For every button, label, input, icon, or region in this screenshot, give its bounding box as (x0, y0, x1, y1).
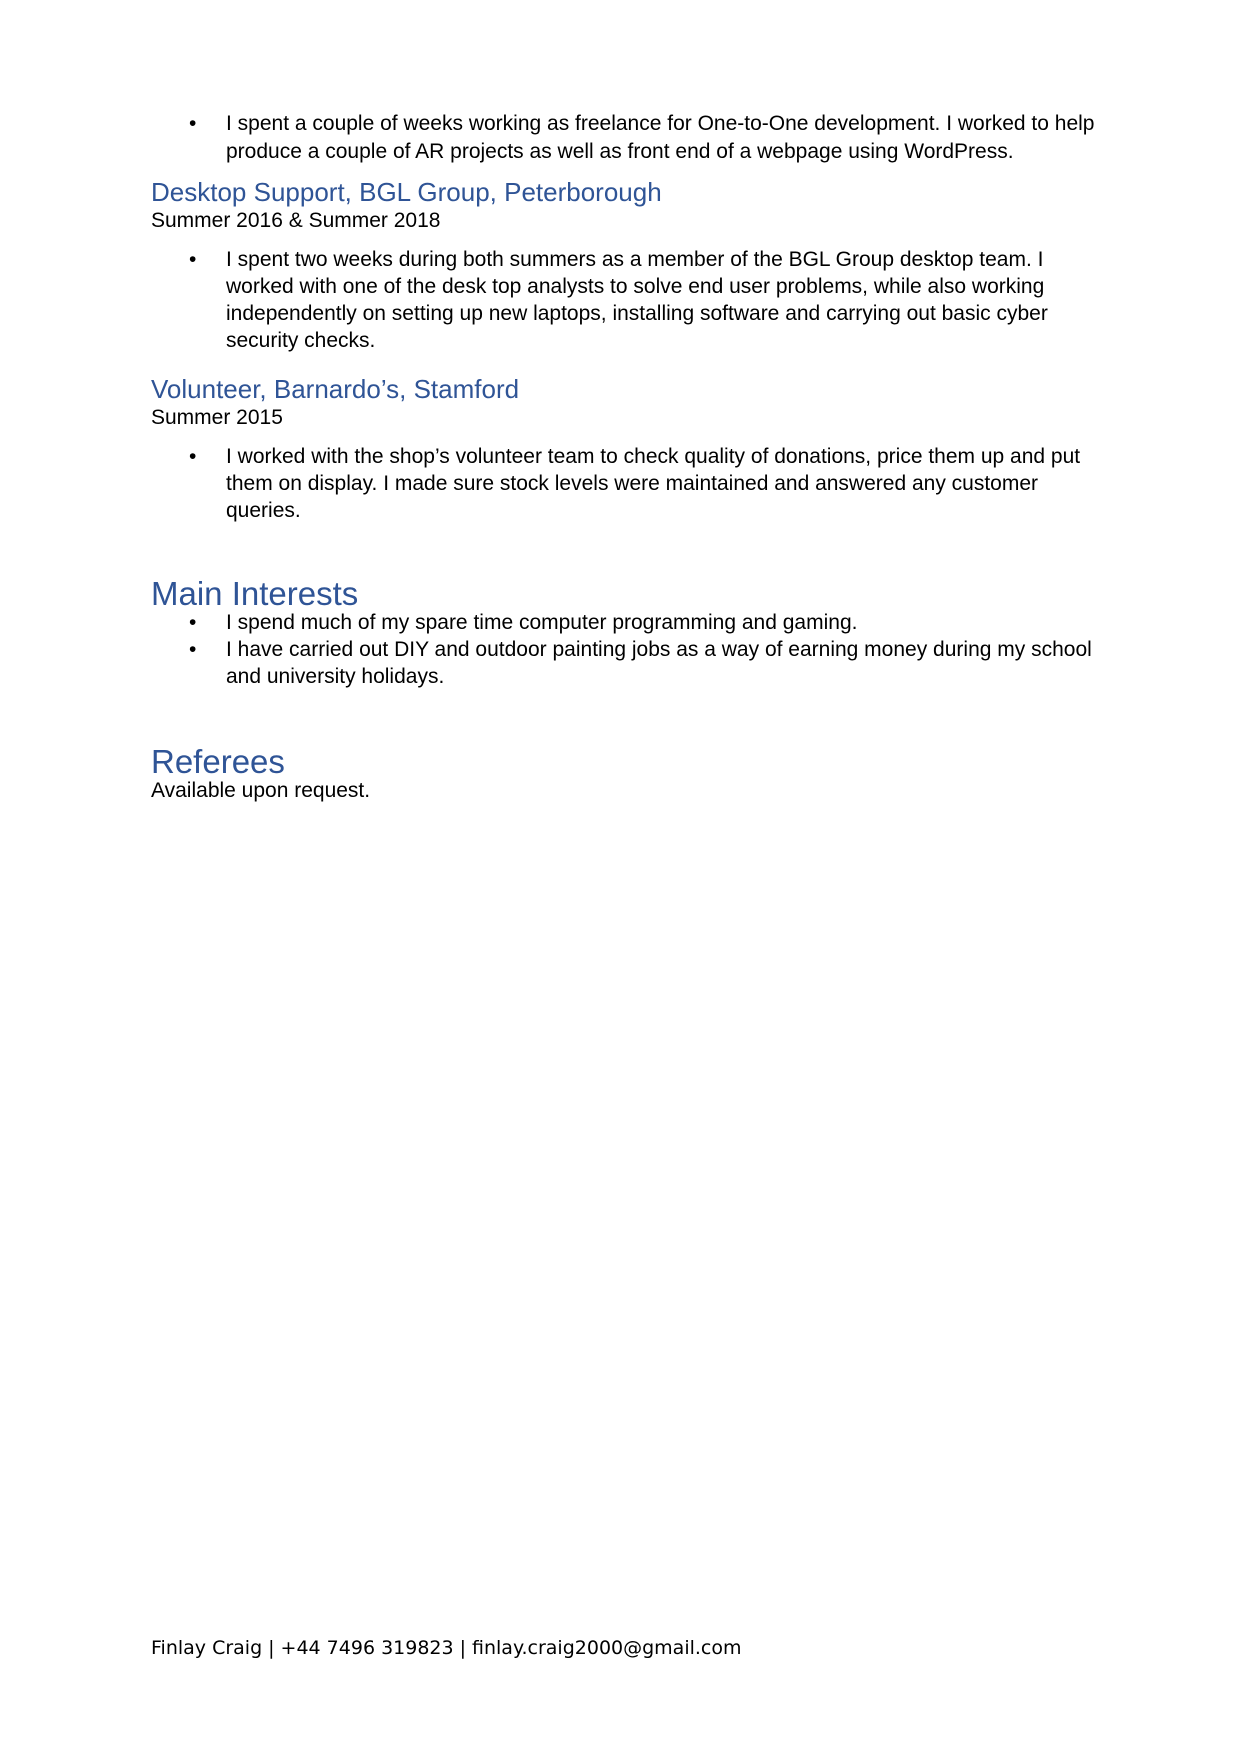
list-item: • I worked with the shop’s volunteer tea… (151, 443, 1101, 524)
list-item: • I have carried out DIY and outdoor pai… (151, 636, 1101, 690)
job-dates: Summer 2015 (151, 406, 283, 429)
list-item: • I spent two weeks during both summers … (151, 246, 1101, 354)
job-dates: Summer 2016 & Summer 2018 (151, 209, 441, 232)
bullet-text: I spent a couple of weeks working as fre… (226, 112, 1095, 163)
bullet-text: I have carried out DIY and outdoor paint… (226, 638, 1092, 688)
job-bullet-list: • I spent two weeks during both summers … (151, 246, 1101, 354)
bullet-icon: • (189, 445, 197, 468)
bullet-icon: • (189, 112, 197, 135)
job-entry-volunteer: Volunteer, Barnardo’s, Stamford Summer 2… (151, 374, 1101, 524)
footer-phone: +44 7496 319823 (280, 1637, 454, 1659)
document-content: • I spent a couple of weeks working as f… (151, 112, 1101, 804)
page-footer: Finlay Craig | +44 7496 319823 | finlay.crai… (151, 1636, 742, 1660)
footer-name: Finlay Craig (151, 1637, 263, 1659)
job-bullet-list: • I worked with the shop’s volunteer tea… (151, 443, 1101, 524)
section-heading: Main Interests (151, 575, 359, 612)
document-page: • I spent a couple of weeks working as f… (0, 0, 1241, 1755)
section-referees: Referees Available upon request. (151, 744, 1101, 804)
job-title: Desktop Support, BGL Group, Peterborough (151, 177, 662, 207)
footer-email: finlay.craig2000@gmail.com (472, 1637, 742, 1659)
job-entry-desktop-support: Desktop Support, BGL Group, Peterborough… (151, 177, 1101, 354)
intro-bullet-list: • I spent a couple of weeks working as f… (151, 110, 1101, 166)
bullet-text: I worked with the shop’s volunteer team … (226, 445, 1081, 522)
footer-separator: | (268, 1637, 275, 1659)
footer-separator: | (459, 1637, 467, 1659)
bullet-text: I spent two weeks during both summers as… (226, 248, 1048, 352)
interests-bullet-list: • I spend much of my spare time computer… (151, 609, 1101, 690)
bullet-icon: • (189, 638, 197, 661)
bullet-text: I spend much of my spare time computer p… (226, 611, 858, 634)
list-item: • I spent a couple of weeks working as f… (151, 110, 1101, 166)
bullet-icon: • (189, 611, 197, 634)
section-heading: Referees (151, 743, 285, 780)
bullet-icon: • (189, 248, 197, 271)
job-title: Volunteer, Barnardo’s, Stamford (151, 374, 520, 404)
section-main-interests: Main Interests • I spend much of my spar… (151, 576, 1101, 690)
list-item: • I spend much of my spare time computer… (151, 609, 1101, 636)
referees-text: Available upon request. (151, 779, 371, 802)
